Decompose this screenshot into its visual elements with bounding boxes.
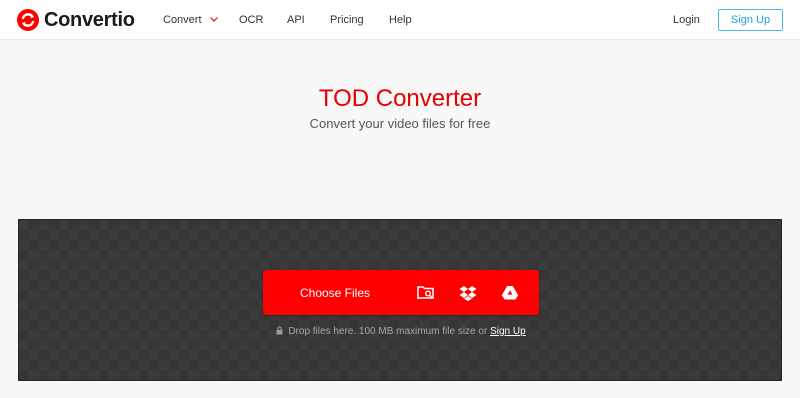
drop-files-note: Drop files here. 100 MB maximum file siz… [19, 326, 783, 338]
nav-pricing-link[interactable]: Pricing [330, 13, 364, 27]
folder-search-button[interactable] [405, 270, 447, 315]
brand-name: Convertio [44, 8, 135, 31]
login-link[interactable]: Login [673, 13, 700, 27]
nav-convert-menu[interactable]: Convert [163, 13, 218, 27]
drop-note-text: Drop files here. 100 MB maximum file siz… [288, 326, 488, 337]
convertio-logo[interactable]: Convertio [17, 8, 135, 32]
nav-api-link[interactable]: API [287, 13, 305, 27]
lock-icon [276, 326, 283, 335]
page-title: TOD Converter [318, 85, 482, 112]
google-drive-button[interactable] [489, 270, 531, 315]
top-navigation-bar: Convertio Convert OCR API Pricing Help L… [0, 0, 800, 40]
nav-ocr-link[interactable]: OCR [239, 13, 263, 27]
file-drop-zone[interactable]: Choose Files Drop files here. 100 MB max… [18, 219, 782, 381]
dropbox-icon [459, 285, 477, 301]
upload-toolbar: Choose Files [263, 270, 539, 315]
dropbox-button[interactable] [447, 270, 489, 315]
nav-convert-label: Convert [163, 14, 202, 26]
choose-files-button[interactable]: Choose Files [263, 270, 405, 315]
drop-signup-link[interactable]: Sign Up [490, 326, 526, 337]
convertio-logo-icon [17, 9, 39, 31]
signup-button[interactable]: Sign Up [718, 9, 783, 31]
folder-search-icon [417, 286, 434, 299]
page-subtitle: Convert your video files for free [309, 116, 491, 131]
nav-help-link[interactable]: Help [389, 13, 412, 27]
chevron-down-icon [209, 17, 218, 22]
google-drive-icon [501, 286, 519, 300]
